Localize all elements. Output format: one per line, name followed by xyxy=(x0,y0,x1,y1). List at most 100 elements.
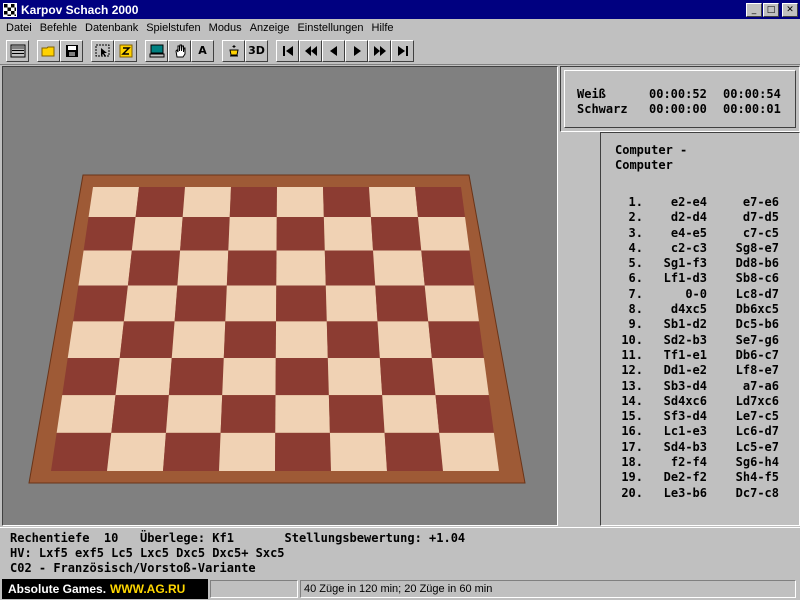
board-square[interactable] xyxy=(131,217,183,251)
move-row[interactable]: 5. Sg1-f3 Dd8-b6 xyxy=(601,256,797,271)
board-square[interactable] xyxy=(431,357,489,396)
board-square[interactable] xyxy=(127,250,181,286)
board-square[interactable] xyxy=(123,285,178,322)
forward-icon[interactable] xyxy=(345,39,368,62)
hand-icon[interactable] xyxy=(168,39,191,62)
board-square[interactable] xyxy=(56,395,116,433)
board-square[interactable] xyxy=(382,395,440,433)
move-row[interactable]: 11. Tf1-e1 Db6-c7 xyxy=(601,348,797,363)
board-square[interactable] xyxy=(375,285,429,322)
board-square[interactable] xyxy=(326,321,380,358)
board-square[interactable] xyxy=(276,250,326,286)
board-square[interactable] xyxy=(182,187,231,218)
move-row[interactable]: 9. Sb1-d2 Dc5-b6 xyxy=(601,317,797,332)
board-square[interactable] xyxy=(417,217,470,251)
move-row[interactable]: 8. d4xc5 Db6xc5 xyxy=(601,302,797,317)
board-square[interactable] xyxy=(226,250,277,286)
move-row[interactable]: 1. e2-e4 e7-e6 xyxy=(601,195,797,210)
move-row[interactable]: 10. Sd2-b3 Se7-g6 xyxy=(601,333,797,348)
board-square[interactable] xyxy=(135,187,185,218)
board-square[interactable] xyxy=(180,217,230,251)
board-square[interactable] xyxy=(379,357,436,396)
board-square[interactable] xyxy=(384,432,443,471)
board-square[interactable] xyxy=(51,432,112,471)
computer-icon[interactable] xyxy=(145,39,168,62)
move-list-panel[interactable]: Computer - Computer 1. e2-e4 e7-e6 2. d2-d4 d… xyxy=(600,132,800,526)
chess-board-viewport[interactable] xyxy=(2,66,558,526)
board-square[interactable] xyxy=(328,395,385,433)
board-square[interactable] xyxy=(276,285,327,322)
board-square[interactable] xyxy=(171,321,226,358)
move-row[interactable]: 13. Sb3-d4 a7-a6 xyxy=(601,379,797,394)
board-square[interactable] xyxy=(107,432,166,471)
move-row[interactable]: 2. d2-d4 d7-d5 xyxy=(601,210,797,225)
move-row[interactable]: 4. c2-c3 Sg8-e7 xyxy=(601,241,797,256)
board-square[interactable] xyxy=(78,250,132,286)
board-square[interactable] xyxy=(424,285,479,322)
board-square[interactable] xyxy=(177,250,229,286)
a-letter-icon[interactable]: A xyxy=(191,39,214,62)
board-square[interactable] xyxy=(83,217,136,251)
board-square[interactable] xyxy=(276,187,324,218)
last-move-icon[interactable] xyxy=(391,39,414,62)
3d-icon[interactable]: 3D xyxy=(245,39,268,62)
menu-datenbank[interactable]: Datenbank xyxy=(81,22,142,34)
menu-spielstufen[interactable]: Spielstufen xyxy=(142,22,204,34)
book-icon[interactable] xyxy=(114,39,137,62)
move-row[interactable]: 3. e4-e5 c7-c5 xyxy=(601,226,797,241)
board-square[interactable] xyxy=(163,432,221,471)
move-list[interactable]: 1. e2-e4 e7-e6 2. d2-d4 d7-d5 3. e4-e5 c7-c5 4. c2… xyxy=(601,195,797,501)
maximize-button[interactable]: □ xyxy=(763,2,779,17)
board-square[interactable] xyxy=(229,187,277,218)
board-square[interactable] xyxy=(421,250,475,286)
menu-einstellungen[interactable]: Einstellungen xyxy=(293,22,367,34)
board-square[interactable] xyxy=(223,321,277,358)
board-square[interactable] xyxy=(323,217,374,251)
board-square[interactable] xyxy=(168,357,224,396)
board-square[interactable] xyxy=(325,285,378,322)
board-square[interactable] xyxy=(222,357,276,396)
board-square[interactable] xyxy=(67,321,124,358)
board-square[interactable] xyxy=(428,321,484,358)
board-square[interactable] xyxy=(62,357,120,396)
menu-anzeige[interactable]: Anzeige xyxy=(246,22,294,34)
board-square[interactable] xyxy=(323,187,371,218)
board-square[interactable] xyxy=(327,357,383,396)
move-row[interactable]: 18. f2-f4 Sg6-h4 xyxy=(601,455,797,470)
move-row[interactable]: 16. Lc1-e3 Lc6-d7 xyxy=(601,424,797,439)
minimize-button[interactable]: _ xyxy=(746,2,762,17)
chess-board-3d[interactable] xyxy=(3,67,557,525)
move-row[interactable]: 12. Dd1-e2 Lf8-e7 xyxy=(601,363,797,378)
close-button[interactable]: ✕ xyxy=(782,2,798,17)
menu-modus[interactable]: Modus xyxy=(205,22,246,34)
move-row[interactable]: 14. Sd4xc6 Ld7xc6 xyxy=(601,394,797,409)
menu-befehle[interactable]: Befehle xyxy=(36,22,81,34)
board-square[interactable] xyxy=(324,250,376,286)
board-square[interactable] xyxy=(219,432,276,471)
open-folder-icon[interactable] xyxy=(37,39,60,62)
move-row[interactable]: 6. Lf1-d3 Sb8-c6 xyxy=(601,271,797,286)
back-icon[interactable] xyxy=(322,39,345,62)
board-square[interactable] xyxy=(373,250,425,286)
move-row[interactable]: 20. Le3-b6 Dc7-c8 xyxy=(601,486,797,501)
board-square[interactable] xyxy=(174,285,227,322)
board-square[interactable] xyxy=(225,285,277,322)
board-square[interactable] xyxy=(369,187,418,218)
board-square[interactable] xyxy=(220,395,276,433)
board-square[interactable] xyxy=(73,285,128,322)
app-chessboard-icon[interactable] xyxy=(3,2,17,17)
board-square[interactable] xyxy=(111,395,169,433)
board-square[interactable] xyxy=(377,321,432,358)
board-square[interactable] xyxy=(165,395,223,433)
board-square[interactable] xyxy=(439,432,499,471)
board-square[interactable] xyxy=(88,187,139,218)
move-row[interactable]: 17. Sd4-b3 Lc5-e7 xyxy=(601,440,797,455)
board-square[interactable] xyxy=(275,321,328,358)
board-square[interactable] xyxy=(329,432,387,471)
board-square[interactable] xyxy=(115,357,172,396)
board-square[interactable] xyxy=(275,357,329,396)
menu-datei[interactable]: Datei xyxy=(2,22,36,34)
move-row[interactable]: 15. Sf3-d4 Le7-c5 xyxy=(601,409,797,424)
board-square[interactable] xyxy=(370,217,422,251)
rewind-icon[interactable] xyxy=(299,39,322,62)
